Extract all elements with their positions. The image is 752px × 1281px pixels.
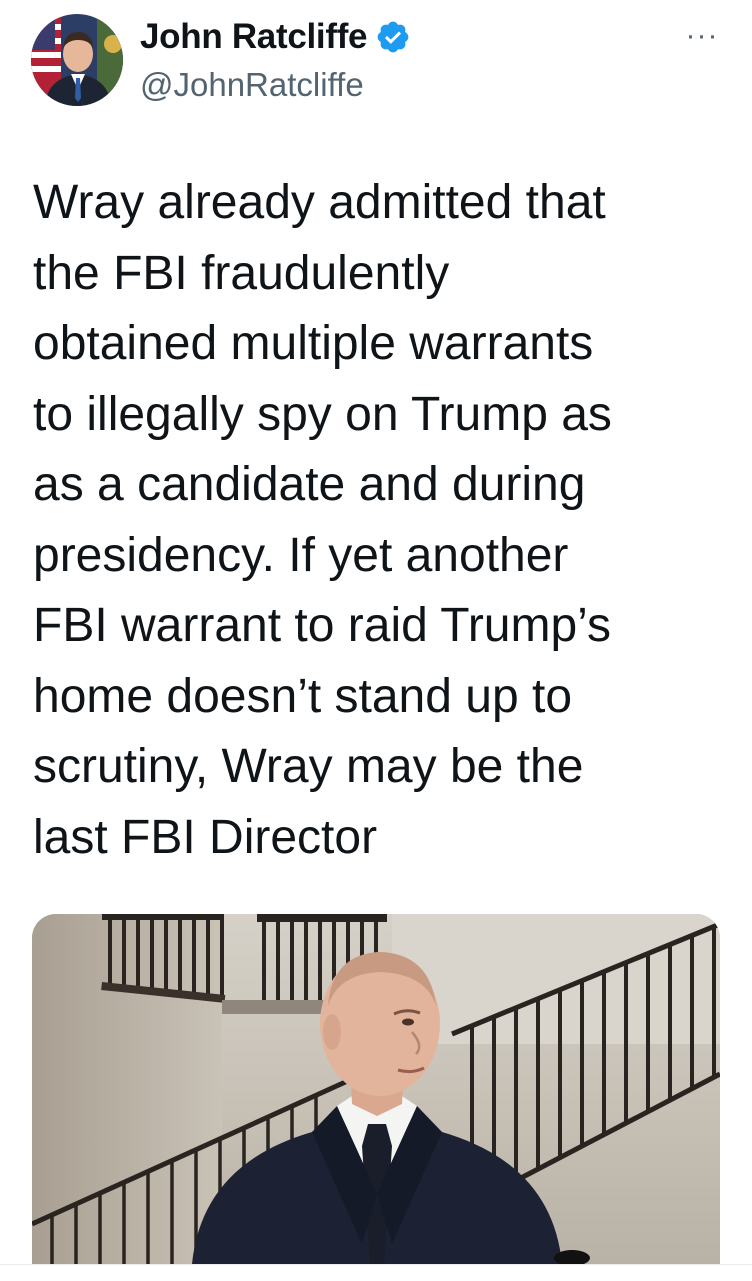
tweet-text-line: FBI warrant to raid Trump’s — [33, 599, 611, 652]
tweet-text-line: scrutiny, Wray may be the — [33, 740, 584, 793]
media-image — [32, 914, 720, 1264]
bottom-divider — [0, 1264, 752, 1281]
avatar[interactable] — [31, 14, 123, 106]
tweet-text-line: obtained multiple warrants — [33, 317, 594, 370]
tweet-text-line: home doesn’t stand up to — [33, 669, 573, 723]
avatar-image — [31, 14, 123, 106]
tweet-media-photo[interactable] — [32, 914, 720, 1264]
author-name-row[interactable]: John Ratcliffe — [140, 14, 411, 60]
author-handle[interactable]: @JohnRatcliffe — [140, 66, 364, 104]
tweet-text-line: last FBI Director — [33, 810, 378, 864]
author-display-name[interactable]: John Ratcliffe — [140, 17, 368, 57]
tweet-body: Wray already admitted that the FBI fraud… — [33, 168, 723, 873]
tweet-header: John Ratcliffe @JohnRatcliffe ··· — [0, 0, 752, 140]
verified-badge-icon — [375, 19, 411, 55]
tweet-text-line: Wray already admitted that — [33, 176, 606, 229]
more-horizontal-icon[interactable]: ··· — [680, 14, 724, 58]
tweet-text-line: to illegally spy on Trump as — [33, 387, 612, 441]
tweet-text-line: presidency. If yet another — [33, 528, 569, 582]
tweet-text-line: as a candidate and during — [33, 458, 586, 511]
tweet-text-line: the FBI fraudulently — [33, 246, 450, 300]
